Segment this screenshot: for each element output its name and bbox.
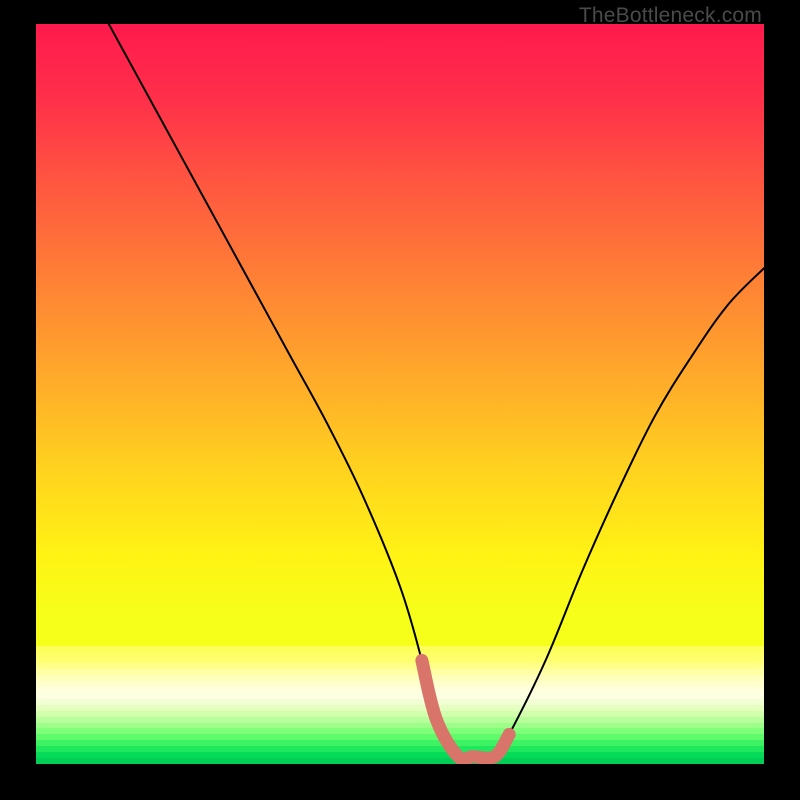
highlight-band [422,660,509,759]
curve-layer [36,24,764,764]
chart-frame: TheBottleneck.com [0,0,800,800]
bottleneck-curve [109,24,764,760]
plot-area [36,24,764,764]
